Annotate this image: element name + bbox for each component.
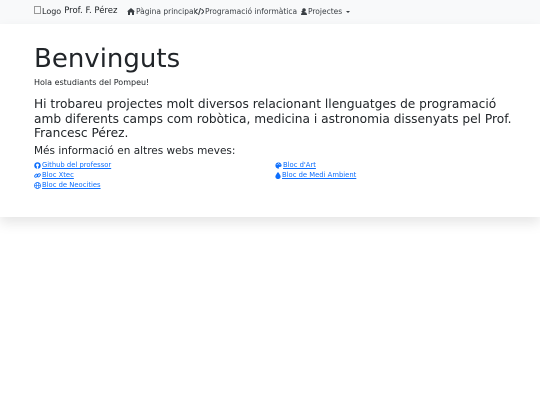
link-github-label: Github del professor <box>42 161 112 169</box>
link-art[interactable]: Bloc d'Art <box>275 161 316 169</box>
logo-alt-text: Logo <box>42 6 62 16</box>
broken-image-icon <box>34 6 41 14</box>
link-neocities-label: Bloc de Neocities <box>42 181 101 189</box>
link-github[interactable]: Github del professor <box>34 161 111 169</box>
nav-item-projects[interactable]: Projectes <box>301 7 351 16</box>
nav-item-projects-label: Projectes <box>308 7 343 16</box>
chevron-down-icon <box>346 10 351 13</box>
person-icon <box>301 8 307 15</box>
navbar: Logo Prof. F. Pérez Pàgina principal Pro… <box>0 0 540 24</box>
page-subtitle: Hola estudiants del Pompeu! <box>34 78 150 87</box>
nav-item-programming-label: Programació informàtica <box>205 7 298 16</box>
github-icon <box>34 161 41 169</box>
nav-item-home[interactable]: Pàgina principal <box>127 7 196 16</box>
link-environment[interactable]: Bloc de Medi Ambient <box>275 171 356 179</box>
link-neocities[interactable]: Bloc de Neocities <box>34 181 101 189</box>
globe-icon <box>34 181 41 189</box>
nav-item-home-label: Pàgina principal <box>136 7 196 16</box>
code-icon <box>195 8 204 15</box>
intro-paragraph: Hi trobareu projectes molt diversos rela… <box>34 97 512 141</box>
page-title: Benvinguts <box>34 44 181 74</box>
logo-image: Logo <box>34 6 62 16</box>
link-environment-label: Bloc de Medi Ambient <box>282 171 357 179</box>
link-art-label: Bloc d'Art <box>283 161 316 169</box>
nav-item-programming[interactable]: Programació informàtica <box>195 7 306 16</box>
home-icon <box>127 8 135 15</box>
link-icon <box>34 172 41 178</box>
brand-name: Prof. F. Pérez <box>64 6 118 16</box>
brand-link[interactable]: Logo Prof. F. Pérez <box>34 6 117 16</box>
more-info-heading: Més informació en altres webs meves: <box>34 145 236 157</box>
droplet-icon <box>275 171 281 179</box>
link-xtec-label: Bloc Xtec <box>42 171 74 179</box>
link-xtec[interactable]: Bloc Xtec <box>34 171 74 179</box>
palette-icon <box>275 161 282 169</box>
